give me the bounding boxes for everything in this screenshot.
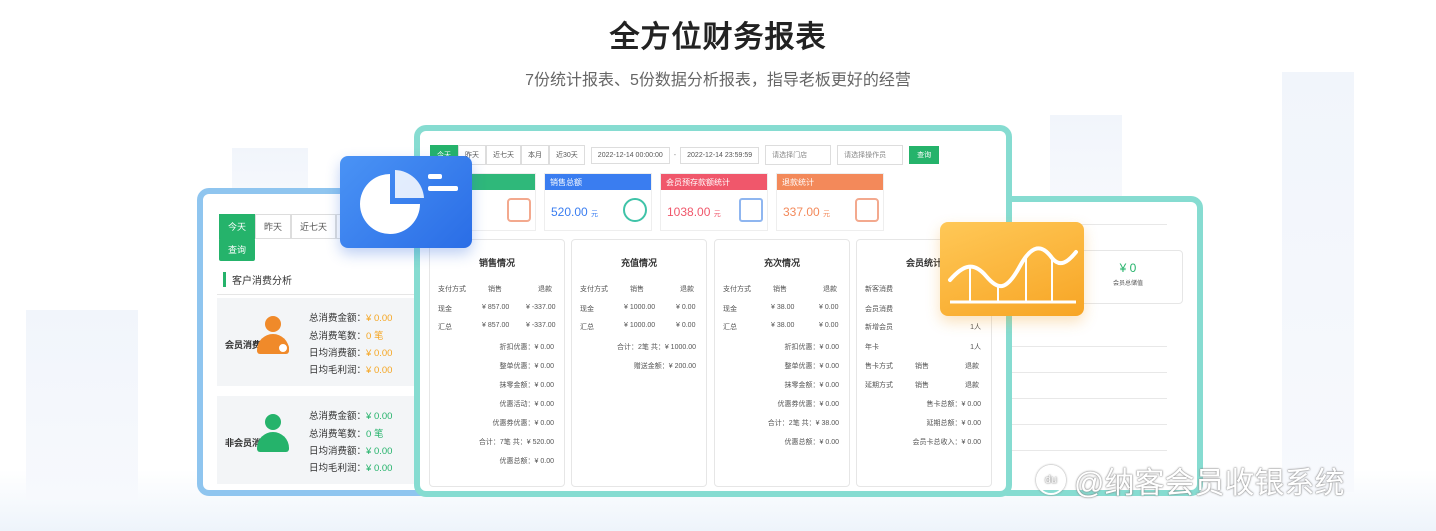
bg-bar (1282, 72, 1354, 492)
stat-daily-amount: 日均消费额：¥ 0.00 (309, 446, 393, 457)
bg-bar (1050, 115, 1122, 205)
stat-daily-profit: 日均毛利润：¥ 0.00 (309, 365, 393, 376)
table-header: 支付方式 销售 退款 (723, 286, 837, 293)
tile-header: 会员预存款额统计 (661, 174, 767, 190)
member-deposit-tile: 会员预存款额统计 1038.00 元 (660, 173, 768, 231)
tab-last-7-days[interactable]: 近七天 (291, 214, 337, 239)
pie-chart-icon (340, 156, 472, 248)
chart-gridline (1007, 424, 1167, 425)
storage-value: ¥ 0 (1119, 261, 1137, 275)
start-date-input[interactable]: 2022-12-14 00:00:00 (590, 146, 670, 164)
table-header: 支付方式 销售 退款 (438, 286, 552, 293)
table-row: 现金 ¥ 857.00 ¥ -337.00 (438, 304, 556, 313)
chart-gridline (1007, 346, 1167, 347)
end-date-input[interactable]: 2022-12-14 23:59:59 (680, 146, 760, 164)
divider (217, 294, 431, 295)
query-button[interactable]: 查询 (219, 238, 256, 261)
summary-row: 优惠券优惠：¥ 0.00 (777, 401, 839, 408)
tile-value: 1038.00 元 (667, 205, 721, 219)
stat-total-count: 总消费笔数：0 笔 (309, 429, 384, 440)
tile-value: 520.00 元 (551, 205, 599, 219)
tab-last-7-days[interactable]: 近七天 (486, 145, 521, 165)
summary-row: 赠送金额：¥ 200.00 (633, 363, 696, 370)
summary-row: 抹零金额：¥ 0.00 (784, 382, 839, 389)
times-report: 充次情况 支付方式 销售 退款 现金 ¥ 38.00 ¥ 0.00 汇总 ¥ 38.00 ¥… (714, 239, 850, 487)
non-member-consumption-card: 非会员消费 总消费金额：¥ 0.00 总消费笔数：0 笔 日均消费额：¥ 0.0… (217, 396, 431, 484)
summary-row: 优惠总额：¥ 0.00 (499, 458, 554, 465)
sales-total-tile: 销售总额 520.00 元 (544, 173, 652, 231)
summary-row: 会员卡总收入：¥ 0.00 (912, 439, 981, 446)
tab-last-30-days[interactable]: 近30天 (549, 145, 585, 165)
summary-row: 优惠活动：¥ 0.00 (499, 401, 554, 408)
bg-bar (26, 310, 138, 500)
finance-report-panel: 今天 昨天 近七天 本月 近30天 2022-12-14 00:00:00 - … (414, 125, 1012, 497)
stat-total-amount: 总消费金额：¥ 0.00 (309, 313, 393, 324)
date-separator: - (673, 151, 677, 159)
summary-row: 整单优惠：¥ 0.00 (499, 363, 554, 370)
filter-toolbar: 今天 昨天 近七天 本月 近30天 2022-12-14 00:00:00 - … (430, 145, 940, 165)
refund-icon (855, 198, 879, 222)
tile-value: 337.00 元 (783, 205, 831, 219)
summary-row: 合计：2笔 共：¥ 1000.00 (617, 344, 696, 351)
baidu-logo-icon: du (1036, 465, 1066, 495)
table-row: 现金 ¥ 38.00 ¥ 0.00 (723, 304, 839, 313)
table-row: 现金 ¥ 1000.00 ¥ 0.00 (580, 304, 696, 313)
stat-daily-amount: 日均消费额：¥ 0.00 (309, 348, 393, 359)
chart-gridline (1007, 372, 1167, 373)
tile-header: 销售总额 (545, 174, 651, 190)
summary-row: 合计：7笔 共：¥ 520.00 (478, 439, 554, 446)
member-storage-box: ¥ 0 会员总储值 (1073, 250, 1183, 304)
summary-row: 售卡总额：¥ 0.00 (926, 401, 981, 408)
summary-row: 折扣优惠：¥ 0.00 (784, 344, 839, 351)
stat-daily-profit: 日均毛利润：¥ 0.00 (309, 463, 393, 474)
tab-this-month[interactable]: 本月 (521, 145, 549, 165)
summary-row: 合计：2笔 共：¥ 38.00 (767, 420, 839, 427)
storage-label: 会员总储值 (1112, 281, 1143, 287)
card-icon (739, 198, 763, 222)
yen-icon (623, 198, 647, 222)
page-title: 全方位财务报表 (609, 21, 827, 54)
non-member-user-icon (255, 414, 291, 464)
table-row: 汇总 ¥ 1000.00 ¥ 0.00 (580, 322, 696, 331)
refund-tile: 退款统计 337.00 元 (776, 173, 884, 231)
table-row: 汇总 ¥ 38.00 ¥ 0.00 (723, 322, 839, 331)
stat-total-amount: 总消费金额：¥ 0.00 (309, 411, 393, 422)
summary-row: 抹零金额：¥ 0.00 (499, 382, 554, 389)
tab-yesterday[interactable]: 昨天 (255, 214, 292, 239)
chart-gridline (1007, 398, 1167, 399)
line-chart-icon (940, 222, 1084, 316)
tab-today[interactable]: 今天 (219, 214, 256, 239)
summary-row: 延期总额：¥ 0.00 (926, 420, 981, 427)
report-title: 销售情况 (478, 258, 515, 268)
watermark-text: @纳客会员收银系统 (1074, 467, 1345, 500)
summary-row: 折扣优惠：¥ 0.00 (499, 344, 554, 351)
section-title: 客户消费分析 (223, 272, 292, 287)
recharge-report: 充值情况 支付方式 销售 退款 现金 ¥ 1000.00 ¥ 0.00 汇总 ¥ 1000… (571, 239, 707, 487)
stat-row: 年卡 1人 (865, 344, 981, 351)
chart-gridline (1007, 450, 1167, 451)
store-select[interactable]: 请选择门店 (765, 145, 832, 165)
summary-row: 整单优惠：¥ 0.00 (784, 363, 839, 370)
report-title: 充值情况 (620, 258, 657, 268)
tile-header: 退款统计 (777, 174, 883, 190)
clipboard-icon (507, 198, 531, 222)
report-title: 充次情况 (763, 258, 800, 268)
member-consumption-card: 会员消费 总消费金额：¥ 0.00 总消费笔数：0 笔 日均消费额：¥ 0.00… (217, 298, 431, 386)
stat-row: 新增会员 1人 (865, 324, 981, 331)
report-showcase: 全方位财务报表 7份统计报表、5份数据分析报表，指导老板更好的经营 今天 昨天 … (0, 0, 1436, 531)
operator-select[interactable]: 请选择操作员 (837, 145, 904, 165)
table-header: 延期方式 销售 退款 (865, 382, 979, 389)
table-row: 汇总 ¥ 857.00 ¥ -337.00 (438, 322, 556, 331)
sales-report: 销售情况 支付方式 销售 退款 现金 ¥ 857.00 ¥ -337.00 汇总 ¥ 85… (429, 239, 565, 487)
watermark: du @纳客会员收银系统 (1036, 458, 1344, 502)
table-header: 支付方式 销售 退款 (580, 286, 694, 293)
table-header: 售卡方式 销售 退款 (865, 363, 979, 370)
stat-total-count: 总消费笔数：0 笔 (309, 331, 384, 342)
summary-row: 优惠总额：¥ 0.00 (784, 439, 839, 446)
member-user-icon (255, 316, 291, 366)
summary-row: 优惠券优惠：¥ 0.00 (492, 420, 554, 427)
query-button[interactable]: 查询 (909, 146, 940, 164)
page-subtitle: 7份统计报表、5份数据分析报表，指导老板更好的经营 (525, 72, 911, 89)
